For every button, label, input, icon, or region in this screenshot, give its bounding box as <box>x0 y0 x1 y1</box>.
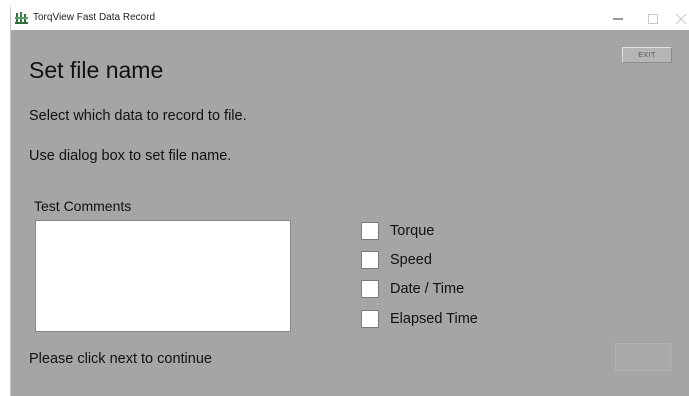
elapsed-time-label: Elapsed Time <box>390 311 478 327</box>
checkbox-row-date-time[interactable]: Date / Time <box>361 279 464 299</box>
test-comments-label: Test Comments <box>34 198 132 214</box>
instruction-select-data: Select which data to record to file. <box>29 108 247 124</box>
maximize-icon <box>648 13 658 24</box>
window-title: TorqView Fast Data Record <box>33 12 156 23</box>
checkbox-row-torque[interactable]: Torque <box>361 221 434 241</box>
page-title: Set file name <box>29 57 164 83</box>
date-time-checkbox[interactable] <box>361 280 379 298</box>
minimize-icon <box>613 18 623 19</box>
elapsed-time-checkbox[interactable] <box>361 310 379 328</box>
test-comments-input[interactable] <box>35 220 291 332</box>
torqview-app-icon <box>15 12 28 24</box>
minimize-button[interactable] <box>598 7 638 30</box>
close-icon <box>676 13 686 24</box>
next-button[interactable] <box>615 343 671 371</box>
continue-instruction: Please click next to continue <box>29 351 212 367</box>
torque-checkbox[interactable] <box>361 222 379 240</box>
instruction-set-file-name: Use dialog box to set file name. <box>29 148 232 164</box>
torque-label: Torque <box>390 223 435 239</box>
date-time-label: Date / Time <box>390 281 465 297</box>
checkbox-row-elapsed-time[interactable]: Elapsed Time <box>361 309 478 329</box>
speed-checkbox[interactable] <box>361 251 379 269</box>
checkbox-row-speed[interactable]: Speed <box>361 250 432 270</box>
fast-data-record-window: TorqView Fast Data Record EXIT Set file … <box>10 7 689 396</box>
title-bar[interactable]: TorqView Fast Data Record <box>11 7 689 30</box>
exit-button[interactable]: EXIT <box>622 47 672 63</box>
speed-label: Speed <box>390 252 432 268</box>
close-button[interactable] <box>661 7 689 30</box>
